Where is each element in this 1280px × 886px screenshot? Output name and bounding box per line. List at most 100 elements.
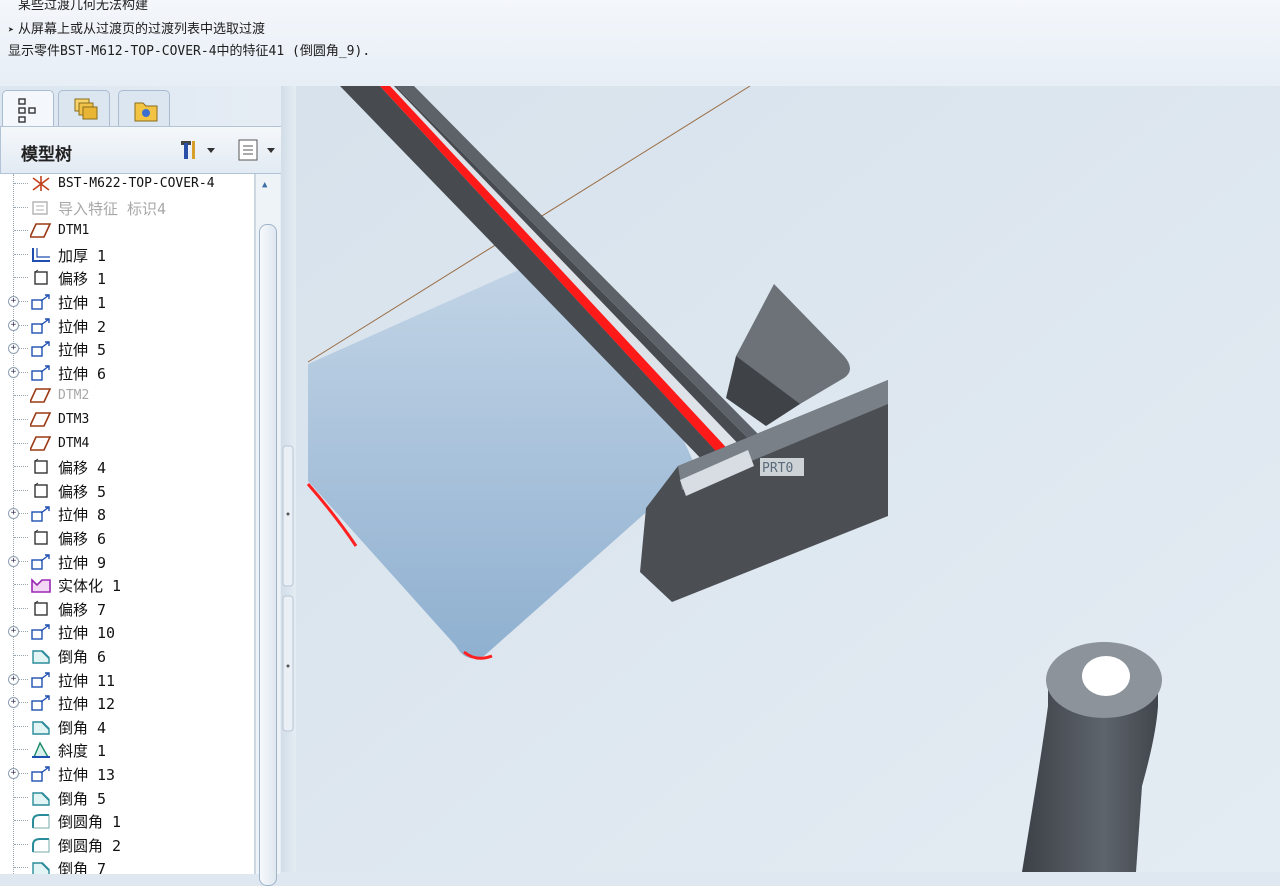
model-3d-view[interactable]: PRT0 [296, 85, 1280, 872]
tree-connector [14, 206, 28, 208]
model-tree-tab[interactable] [2, 90, 54, 127]
tree-connector [14, 395, 28, 397]
tree-item[interactable]: + 拉伸 10 [0, 620, 252, 643]
tree-item[interactable]: 倒圆角 1 [0, 809, 252, 832]
tree-connector [14, 820, 28, 822]
tree-item-label: 偏移 6 [58, 530, 107, 548]
offset-icon [30, 482, 52, 499]
expand-icon[interactable]: + [8, 697, 19, 709]
tree-item-label: 拉伸 6 [58, 364, 107, 383]
tree-item[interactable]: DTM1 [0, 219, 252, 242]
tree-item[interactable]: 实体化 1 [0, 573, 252, 596]
model-tree-icon [18, 98, 36, 123]
panel-splitter[interactable] [281, 86, 296, 872]
tree-item-label: DTM2 [58, 388, 90, 404]
tree-item-label: 拉伸 9 [58, 553, 107, 572]
tree-item-label: 偏移 5 [58, 482, 107, 501]
favorites-tab[interactable] [118, 90, 170, 127]
tree-item[interactable]: 偏移 1 [0, 266, 252, 289]
expand-icon[interactable]: + [8, 626, 19, 638]
solidify-icon [30, 576, 52, 593]
extrude-icon [30, 694, 52, 711]
round-icon [30, 812, 52, 829]
expand-icon[interactable]: + [8, 296, 19, 307]
expand-icon[interactable]: + [8, 366, 19, 378]
tree-connector [14, 607, 28, 609]
tree-item[interactable]: 倒圆角 2 [0, 833, 252, 856]
expand-icon[interactable]: + [8, 343, 19, 355]
tree-item-label: DTM3 [58, 412, 90, 427]
tree-item[interactable]: + 拉伸 9 [0, 550, 252, 573]
tree-item-label: 偏移 1 [58, 270, 107, 289]
extrude-icon [30, 317, 52, 334]
tree-item-label: 加厚 1 [58, 246, 107, 265]
tree-item[interactable]: + 拉伸 11 [0, 668, 252, 691]
tree-item[interactable]: + 拉伸 1 [0, 290, 252, 313]
graphics-viewport[interactable]: PRT0 [296, 85, 1280, 872]
tree-connector [14, 537, 28, 538]
tree-item[interactable]: DTM2 [0, 384, 252, 407]
tree-connector [14, 749, 28, 751]
show-dropdown-button[interactable] [235, 137, 277, 163]
tree-connector [14, 230, 28, 232]
message-line-info: 显示零件BST-M612-TOP-COVER-4中的特征41 (倒圆角_9). [8, 44, 371, 59]
tree-item-label: 斜度 1 [58, 742, 107, 761]
tree-item-label: 导入特征 标识4 [58, 199, 167, 218]
tree-item-label: 拉伸 13 [58, 766, 116, 784]
expand-icon[interactable]: + [8, 768, 19, 779]
tree-item[interactable]: + 拉伸 12 [0, 691, 252, 714]
tree-item-label: 倒角 6 [58, 648, 107, 666]
model-tree-title: 模型树 [21, 145, 72, 165]
tree-item-label: 倒角 5 [58, 789, 107, 808]
tree-item[interactable]: 倒角 5 [0, 786, 252, 809]
tree-item[interactable]: 偏移 7 [0, 597, 252, 620]
tree-item[interactable]: BST-M622-TOP-COVER-4 [0, 174, 252, 195]
tree-item[interactable]: + 拉伸 6 [0, 361, 252, 384]
tree-item[interactable]: 偏移 6 [0, 526, 252, 549]
tree-item[interactable]: + 拉伸 8 [0, 502, 252, 525]
message-line-warning: 某些过渡几何无法构建 [18, 0, 149, 13]
datum-plane-icon [28, 222, 52, 239]
tree-connector [14, 253, 28, 255]
chamfer-icon [30, 789, 52, 806]
offset-icon [30, 458, 52, 475]
settings-dropdown-button[interactable] [177, 137, 219, 163]
tree-item-label: 倒角 4 [58, 718, 107, 737]
expand-icon[interactable]: + [8, 508, 19, 520]
tree-item[interactable]: 偏移 5 [0, 479, 252, 502]
tree-item-label: DTM4 [58, 435, 90, 451]
expand-icon[interactable]: + [8, 673, 19, 685]
extrude-icon [30, 340, 52, 357]
layers-tab[interactable] [58, 90, 110, 127]
tree-item[interactable]: + 拉伸 5 [0, 337, 252, 360]
scroll-up-icon[interactable]: ▲ [262, 180, 267, 190]
tree-connector [14, 419, 28, 420]
tree-item[interactable]: 倒角 7 [0, 856, 252, 874]
tree-item[interactable]: 导入特征 标识4 [0, 196, 252, 219]
datum-plane-icon [28, 411, 52, 428]
tree-item-label: 拉伸 11 [58, 671, 116, 690]
tree-scrollbar[interactable]: ▲ [255, 174, 280, 886]
tree-item-label: 偏移 7 [58, 600, 107, 619]
tree-connector [14, 466, 28, 468]
datum-plane-icon [28, 387, 52, 404]
tree-item[interactable]: + 拉伸 2 [0, 314, 252, 337]
tree-item[interactable]: 偏移 4 [0, 455, 252, 478]
tree-item-label: 拉伸 8 [58, 506, 107, 525]
extrude-icon [30, 293, 52, 310]
expand-icon[interactable]: + [8, 555, 19, 567]
tree-item[interactable]: + 拉伸 13 [0, 762, 252, 785]
scrollbar-thumb[interactable] [259, 224, 277, 886]
tree-item[interactable]: 倒角 6 [0, 644, 252, 667]
extrude-icon [30, 553, 52, 570]
model-tree-header: 模型树 [0, 126, 296, 174]
extrude-icon [30, 765, 52, 782]
expand-icon[interactable]: + [8, 319, 19, 331]
tree-item-label: 偏移 4 [58, 459, 107, 478]
tree-item[interactable]: DTM4 [0, 432, 252, 455]
tree-item[interactable]: 加厚 1 [0, 243, 252, 266]
tree-item[interactable]: 倒角 4 [0, 715, 252, 738]
tree-item[interactable]: 斜度 1 [0, 738, 252, 761]
tree-item[interactable]: DTM3 [0, 408, 252, 431]
part-icon [30, 175, 52, 192]
